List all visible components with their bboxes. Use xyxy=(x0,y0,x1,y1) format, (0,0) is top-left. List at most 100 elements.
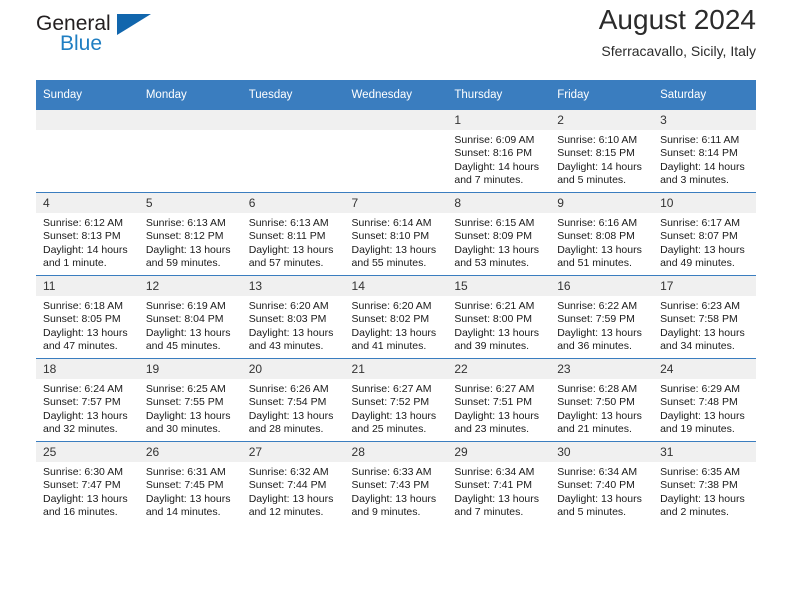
calendar-day-cell[interactable]: 29 Sunrise: 6:34 AM Sunset: 7:41 PM Dayligh… xyxy=(447,441,551,524)
sunset-text: Sunset: 7:43 PM xyxy=(351,479,430,492)
calendar-day-cell[interactable]: 7 Sunrise: 6:14 AM Sunset: 8:10 PM Daylight… xyxy=(344,192,448,276)
calendar-day-cell[interactable]: 27 Sunrise: 6:32 AM Sunset: 7:44 PM Dayligh… xyxy=(241,441,345,524)
day-sun-info: Sunrise: 6:27 AM Sunset: 7:52 PM Daylight:… xyxy=(345,379,448,437)
sunset-text: Sunset: 8:02 PM xyxy=(351,313,430,326)
day-number: 5 xyxy=(138,193,242,213)
sunset-text: Sunset: 8:05 PM xyxy=(43,313,121,326)
daylight-text-line2: and 21 minutes. xyxy=(557,423,632,436)
sunset-text: Sunset: 7:45 PM xyxy=(145,479,224,492)
daylight-text-line2: and 39 minutes. xyxy=(454,340,530,353)
daylight-text-line2: and 36 minutes. xyxy=(557,340,632,353)
daylight-text-line1: Daylight: 13 hours xyxy=(557,492,642,505)
calendar-day-cell[interactable]: 13 Sunrise: 6:20 AM Sunset: 8:03 PM Dayligh… xyxy=(241,275,345,359)
day-number: 12 xyxy=(138,276,242,296)
day-sun-info: Sunrise: 6:22 AM Sunset: 7:59 PM Daylight:… xyxy=(550,296,653,354)
day-number: 23 xyxy=(550,359,654,379)
calendar-day-cell[interactable]: 24 Sunrise: 6:29 AM Sunset: 7:48 PM Dayligh… xyxy=(653,358,756,442)
day-sun-info: Sunrise: 6:16 AM Sunset: 8:08 PM Daylight:… xyxy=(550,213,653,271)
calendar-day-cell[interactable]: 11 Sunrise: 6:18 AM Sunset: 8:05 PM Dayligh… xyxy=(36,275,139,359)
daylight-text-line2: and 12 minutes. xyxy=(248,506,324,519)
sunrise-text: Sunrise: 6:13 AM xyxy=(145,217,226,229)
calendar-day-cell[interactable]: 17 Sunrise: 6:23 AM Sunset: 7:58 PM Dayligh… xyxy=(653,275,756,359)
calendar-day-cell[interactable]: 6 Sunrise: 6:13 AM Sunset: 8:11 PM Daylight… xyxy=(241,192,345,276)
day-sun-info: Sunrise: 6:23 AM Sunset: 7:58 PM Daylight:… xyxy=(653,296,756,354)
day-number xyxy=(241,110,345,130)
calendar-day-cell-empty xyxy=(36,109,139,193)
calendar-day-cell[interactable]: 19 Sunrise: 6:25 AM Sunset: 7:55 PM Dayligh… xyxy=(138,358,242,442)
sunset-text: Sunset: 8:08 PM xyxy=(557,230,635,243)
calendar-week-row: 18 Sunrise: 6:24 AM Sunset: 7:57 PM Dayligh… xyxy=(36,358,756,442)
day-sun-info: Sunrise: 6:11 AM Sunset: 8:14 PM Daylight:… xyxy=(653,130,756,188)
day-number: 4 xyxy=(36,193,139,213)
calendar-day-cell[interactable]: 25 Sunrise: 6:30 AM Sunset: 7:47 PM Dayligh… xyxy=(36,441,139,524)
day-number: 14 xyxy=(344,276,448,296)
sunset-text: Sunset: 7:47 PM xyxy=(43,479,121,492)
calendar-day-cell[interactable]: 9 Sunrise: 6:16 AM Sunset: 8:08 PM Daylight… xyxy=(550,192,654,276)
sunrise-text: Sunrise: 6:30 AM xyxy=(43,466,123,478)
daylight-text-line2: and 3 minutes. xyxy=(660,174,729,187)
day-number: 24 xyxy=(653,359,756,379)
sunrise-text: Sunrise: 6:17 AM xyxy=(660,217,741,229)
calendar-day-cell[interactable]: 15 Sunrise: 6:21 AM Sunset: 8:00 PM Dayligh… xyxy=(447,275,551,359)
daylight-text-line1: Daylight: 13 hours xyxy=(660,326,745,339)
day-sun-info: Sunrise: 6:20 AM Sunset: 8:03 PM Daylight:… xyxy=(242,296,345,354)
calendar-week-row: 25 Sunrise: 6:30 AM Sunset: 7:47 PM Dayligh… xyxy=(36,441,756,524)
sunrise-text: Sunrise: 6:32 AM xyxy=(248,466,329,478)
daylight-text-line1: Daylight: 13 hours xyxy=(248,492,334,505)
day-sun-info: Sunrise: 6:28 AM Sunset: 7:50 PM Daylight:… xyxy=(550,379,653,437)
calendar-day-cell[interactable]: 5 Sunrise: 6:13 AM Sunset: 8:12 PM Daylight… xyxy=(138,192,242,276)
calendar-day-cell[interactable]: 12 Sunrise: 6:19 AM Sunset: 8:04 PM Dayligh… xyxy=(138,275,242,359)
calendar-day-cell[interactable]: 14 Sunrise: 6:20 AM Sunset: 8:02 PM Dayligh… xyxy=(344,275,448,359)
daylight-text-line1: Daylight: 13 hours xyxy=(43,492,128,505)
calendar-day-cell[interactable]: 26 Sunrise: 6:31 AM Sunset: 7:45 PM Dayligh… xyxy=(138,441,242,524)
calendar-week-row: 1 Sunrise: 6:09 AM Sunset: 8:16 PM Daylight… xyxy=(36,109,756,193)
calendar-day-cell[interactable]: 28 Sunrise: 6:33 AM Sunset: 7:43 PM Dayligh… xyxy=(344,441,448,524)
daylight-text-line1: Daylight: 13 hours xyxy=(43,326,128,339)
day-number: 18 xyxy=(36,359,139,379)
sunset-text: Sunset: 8:12 PM xyxy=(145,230,224,243)
day-number: 26 xyxy=(138,442,242,462)
calendar-day-cell[interactable]: 8 Sunrise: 6:15 AM Sunset: 8:09 PM Daylight… xyxy=(447,192,551,276)
calendar-day-cell[interactable]: 21 Sunrise: 6:27 AM Sunset: 7:52 PM Dayligh… xyxy=(344,358,448,442)
general-blue-logo[interactable]: General Blue xyxy=(36,8,156,60)
calendar-day-cell[interactable]: 1 Sunrise: 6:09 AM Sunset: 8:16 PM Daylight… xyxy=(447,109,551,193)
sunset-text: Sunset: 8:14 PM xyxy=(660,147,738,160)
day-number: 25 xyxy=(36,442,139,462)
calendar-day-cell[interactable]: 31 Sunrise: 6:35 AM Sunset: 7:38 PM Dayligh… xyxy=(653,441,756,524)
weekday-header-monday: Monday xyxy=(138,80,242,110)
day-sun-info: Sunrise: 6:35 AM Sunset: 7:38 PM Daylight:… xyxy=(653,462,756,520)
daylight-text-line1: Daylight: 13 hours xyxy=(557,326,642,339)
calendar-day-cell[interactable]: 2 Sunrise: 6:10 AM Sunset: 8:15 PM Daylight… xyxy=(550,109,654,193)
day-number: 31 xyxy=(653,442,756,462)
calendar-day-cell[interactable]: 23 Sunrise: 6:28 AM Sunset: 7:50 PM Dayligh… xyxy=(550,358,654,442)
sunset-text: Sunset: 7:55 PM xyxy=(145,396,224,409)
calendar-day-cell[interactable]: 20 Sunrise: 6:26 AM Sunset: 7:54 PM Dayligh… xyxy=(241,358,345,442)
day-sun-info: Sunrise: 6:10 AM Sunset: 8:15 PM Daylight:… xyxy=(550,130,653,188)
day-sun-info: Sunrise: 6:27 AM Sunset: 7:51 PM Daylight:… xyxy=(447,379,550,437)
daylight-text-line2: and 5 minutes. xyxy=(557,174,627,187)
day-sun-info: Sunrise: 6:20 AM Sunset: 8:02 PM Daylight:… xyxy=(345,296,448,354)
day-sun-info: Sunrise: 6:26 AM Sunset: 7:54 PM Daylight:… xyxy=(242,379,345,437)
weekday-header-wednesday: Wednesday xyxy=(344,80,448,110)
page-header: General Blue August 2024 Sferracavallo, … xyxy=(36,0,756,72)
calendar-day-cell[interactable]: 3 Sunrise: 6:11 AM Sunset: 8:14 PM Daylight… xyxy=(653,109,756,193)
calendar-day-cell[interactable]: 30 Sunrise: 6:34 AM Sunset: 7:40 PM Dayligh… xyxy=(550,441,654,524)
daylight-text-line2: and 28 minutes. xyxy=(248,423,324,436)
calendar-day-cell[interactable]: 10 Sunrise: 6:17 AM Sunset: 8:07 PM Dayligh… xyxy=(653,192,756,276)
day-number: 11 xyxy=(36,276,139,296)
day-number: 15 xyxy=(447,276,551,296)
daylight-text-line1: Daylight: 14 hours xyxy=(454,160,540,173)
day-number xyxy=(36,110,139,130)
calendar-day-cell[interactable]: 22 Sunrise: 6:27 AM Sunset: 7:51 PM Dayligh… xyxy=(447,358,551,442)
calendar-day-cell[interactable]: 4 Sunrise: 6:12 AM Sunset: 8:13 PM Daylight… xyxy=(36,192,139,276)
daylight-text-line2: and 9 minutes. xyxy=(351,506,421,519)
day-number: 19 xyxy=(138,359,242,379)
sunrise-text: Sunrise: 6:15 AM xyxy=(454,217,535,229)
sunset-text: Sunset: 7:52 PM xyxy=(351,396,430,409)
day-number: 10 xyxy=(653,193,756,213)
calendar-day-cell[interactable]: 18 Sunrise: 6:24 AM Sunset: 7:57 PM Dayligh… xyxy=(36,358,139,442)
calendar-day-cell[interactable]: 16 Sunrise: 6:22 AM Sunset: 7:59 PM Dayligh… xyxy=(550,275,654,359)
day-number: 7 xyxy=(344,193,448,213)
sunrise-text: Sunrise: 6:20 AM xyxy=(248,300,329,312)
daylight-text-line2: and 19 minutes. xyxy=(660,423,735,436)
